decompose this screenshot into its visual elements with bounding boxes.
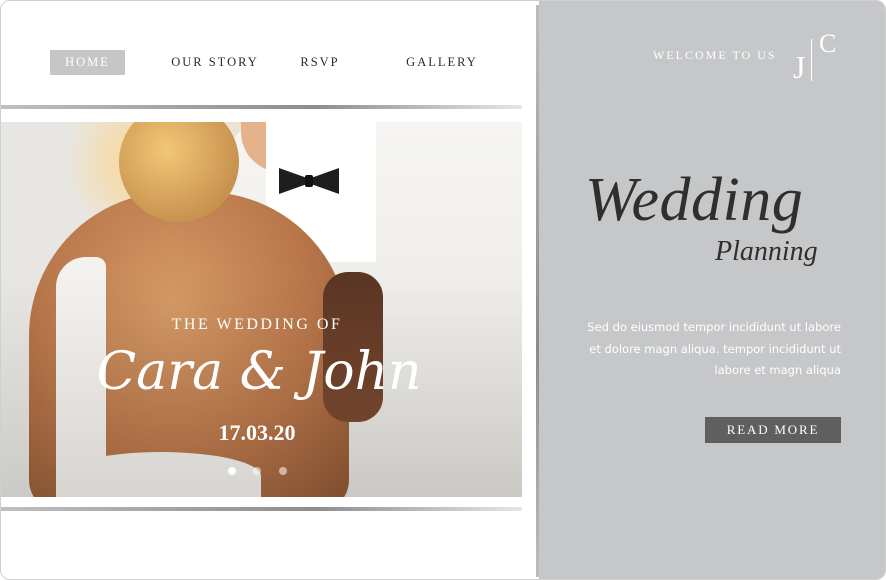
slider-dot-1[interactable] (228, 467, 236, 475)
top-divider (1, 105, 522, 109)
right-panel: WELCOME TO US J C Wedding Planning Sed d… (539, 1, 885, 579)
nav-rsvp[interactable]: RSVP (291, 50, 349, 75)
welcome-text: WELCOME TO US (653, 48, 777, 62)
panel-subtitle: Planning (715, 236, 818, 267)
monogram-divider (811, 39, 812, 81)
body-line-2: et dolore magn aliqua. tempor incididunt… (589, 341, 841, 356)
panel-title: Wedding (585, 166, 804, 234)
hero-date: 17.03.20 (218, 420, 296, 445)
monogram-right-letter: C (819, 29, 837, 58)
monogram-logo: J C (789, 29, 849, 86)
body-line-1: Sed do eiusmod tempor incididunt ut labo… (587, 320, 841, 334)
read-more-button[interactable]: READ MORE (705, 417, 841, 443)
top-navigation: HOME OUR STORY RSVP GALLERY (1, 1, 522, 105)
nav-gallery[interactable]: GALLERY (396, 50, 488, 75)
slider-dot-3[interactable] (278, 467, 287, 475)
panel-body-text: Sed do eiusmod tempor incididunt ut labo… (569, 317, 841, 382)
monogram-left-letter: J (793, 49, 806, 85)
bottom-divider (1, 507, 522, 511)
nav-our-story[interactable]: OUR STORY (161, 50, 269, 75)
left-column: HOME OUR STORY RSVP GALLERY THE WEDDING … (1, 1, 522, 579)
slider-dot-2[interactable] (253, 467, 262, 475)
hero-slider: THE WEDDING OF Cara & John 17.03.20 (1, 122, 522, 497)
hero-subtitle: THE WEDDING OF (171, 316, 343, 333)
slider-dots (228, 462, 300, 475)
body-line-3: labore et magn aliqua (714, 363, 841, 377)
nav-home[interactable]: HOME (50, 50, 125, 75)
page-frame: HOME OUR STORY RSVP GALLERY THE WEDDING … (0, 0, 886, 580)
hero-couple-names: Cara & John (96, 342, 422, 402)
